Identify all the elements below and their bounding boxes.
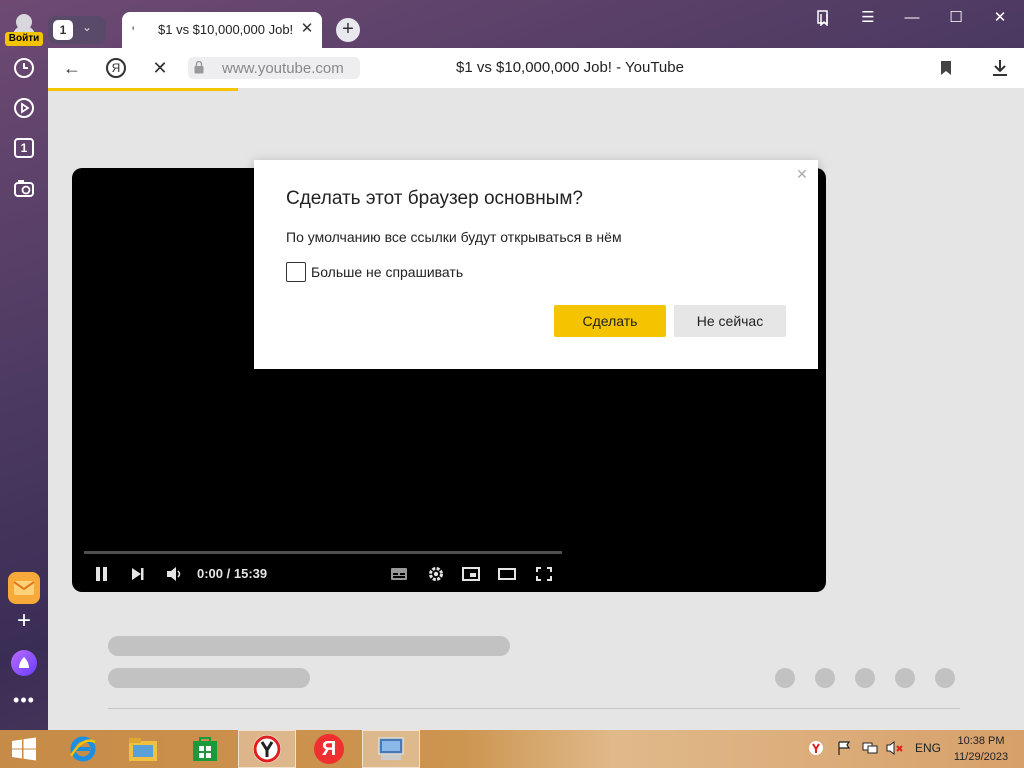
dont-ask-checkbox[interactable] xyxy=(286,262,306,282)
dialog-close-icon[interactable]: ✕ xyxy=(794,166,810,182)
page-title: $1 vs $10,000,000 Job! - YouTube xyxy=(456,59,684,76)
not-now-button[interactable]: Не сейчас xyxy=(674,305,786,337)
yandex-tray-icon[interactable] xyxy=(808,740,824,758)
dialog-text: По умолчанию все ссылки будут открыватьс… xyxy=(286,229,622,245)
volume-muted-icon[interactable] xyxy=(886,740,904,758)
history-icon[interactable] xyxy=(8,52,40,84)
tab-counter-number: 1 xyxy=(53,20,73,40)
clock-date: 11/29/2023 xyxy=(953,751,1009,763)
play-icon[interactable] xyxy=(8,92,40,124)
bookmark-icon[interactable] xyxy=(932,54,960,82)
login-button[interactable]: Войти xyxy=(5,12,43,46)
tab-youtube[interactable]: ꞌ $1 vs $10,000,000 Job! - ✕ xyxy=(122,12,322,48)
browser-sidebar: Войти 1 + ••• xyxy=(0,0,48,730)
language-indicator[interactable]: ENG xyxy=(915,741,941,759)
bookmarks-panel-icon[interactable] xyxy=(806,6,842,30)
alice-icon[interactable] xyxy=(11,650,37,676)
maximize-icon[interactable]: ☐ xyxy=(938,6,974,30)
clock-time: 10:38 PM xyxy=(957,735,1005,747)
dont-ask-label[interactable]: Больше не спрашивать xyxy=(311,264,463,280)
tab-count-icon[interactable]: 1 xyxy=(8,132,40,164)
system-clock[interactable]: 10:38 PM 11/29/2023 xyxy=(944,733,1018,765)
menu-icon[interactable]: ☰ xyxy=(850,6,886,30)
store-icon[interactable] xyxy=(176,730,234,768)
minimize-icon[interactable]: — xyxy=(894,6,930,30)
download-icon[interactable] xyxy=(986,54,1014,82)
tab-count-label: 1 xyxy=(14,138,34,158)
close-window-icon[interactable]: ✕ xyxy=(982,6,1018,30)
file-explorer-icon[interactable] xyxy=(114,730,172,768)
tab-counter-button[interactable]: 1 ⌄ xyxy=(48,16,106,44)
windows-start-icon[interactable] xyxy=(0,730,48,768)
tab-close-icon[interactable]: ✕ xyxy=(298,19,316,39)
internet-explorer-icon[interactable] xyxy=(54,730,112,768)
yandex-button[interactable]: Я xyxy=(102,54,130,82)
action-center-flag-icon[interactable] xyxy=(836,740,852,758)
stop-loading-icon[interactable]: ✕ xyxy=(146,54,174,82)
default-browser-dialog: ✕ Сделать этот браузер основным? По умол… xyxy=(254,160,818,369)
mail-icon[interactable] xyxy=(8,572,40,604)
add-icon[interactable]: + xyxy=(8,606,40,636)
chevron-down-icon: ⌄ xyxy=(82,20,93,34)
login-label: Войти xyxy=(5,32,43,46)
tab-title: $1 vs $10,000,000 Job! - xyxy=(158,22,294,37)
lock-icon xyxy=(194,61,204,74)
tab-favicon-icon: ꞌ xyxy=(132,24,135,38)
dialog-title: Сделать этот браузер основным? xyxy=(286,188,583,209)
camera-icon[interactable] xyxy=(8,172,40,204)
yandex-icon: Я xyxy=(106,58,126,78)
more-icon[interactable]: ••• xyxy=(8,690,40,714)
make-default-button[interactable]: Сделать xyxy=(554,305,666,337)
remote-desktop-icon[interactable] xyxy=(362,730,420,768)
network-icon[interactable] xyxy=(862,740,878,758)
address-bar[interactable]: www.youtube.com xyxy=(188,57,360,79)
address-url: www.youtube.com xyxy=(222,60,344,77)
address-toolbar: ← Я ✕ www.youtube.com $1 vs $10,000,000 … xyxy=(48,48,1024,88)
new-tab-button[interactable]: + xyxy=(336,18,360,42)
page-load-progress xyxy=(48,88,238,91)
yandex-letter: Я xyxy=(314,734,344,764)
taskbar: Я ENG 10:38 PM 11/29/2023 xyxy=(0,730,1024,768)
yandex-taskbar-icon[interactable]: Я xyxy=(300,730,358,768)
yandex-browser-taskbar-icon[interactable] xyxy=(238,730,296,768)
back-arrow-icon[interactable]: ← xyxy=(58,54,86,82)
